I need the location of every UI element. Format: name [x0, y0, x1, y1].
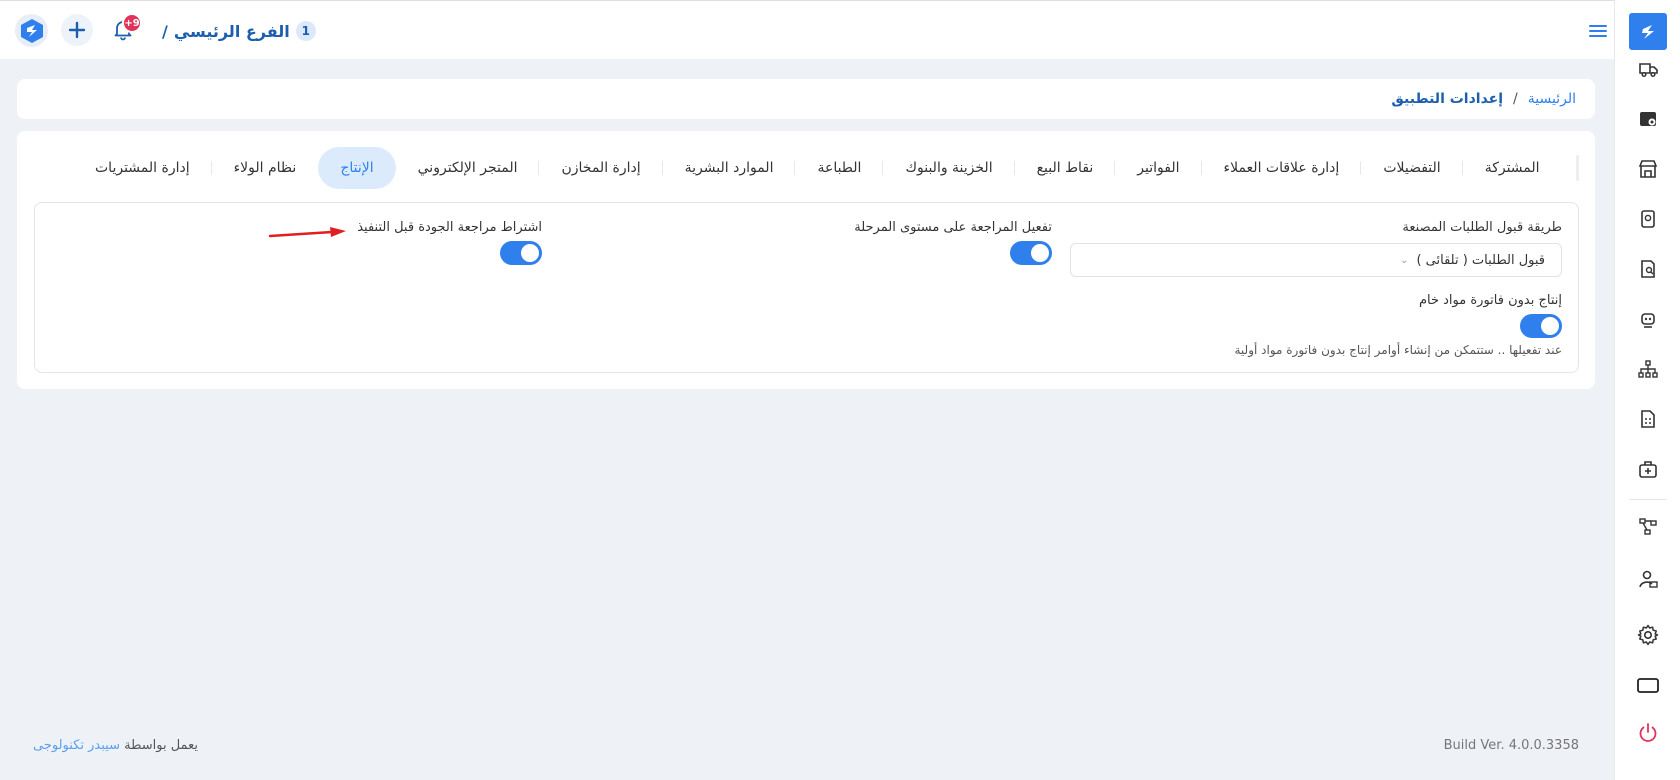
settings-tabs: المشتركة التفضيلات إدارة علاقات العملاء …: [73, 147, 1579, 189]
order-acceptance-label: طريقة قبول الطلبات المصنعة: [1402, 220, 1562, 235]
stage-review-toggle[interactable]: [1010, 241, 1052, 265]
add-button[interactable]: [61, 14, 93, 46]
production-settings-panel: طريقة قبول الطلبات المصنعة قبول الطلبات …: [34, 202, 1579, 373]
notification-badge: +9: [122, 13, 142, 33]
tab-preferences[interactable]: التفضيلات: [1361, 147, 1464, 189]
powered-by: يعمل بواسطة سيبدر تكنولوجى: [33, 738, 198, 753]
branch-separator: /: [162, 21, 168, 41]
plus-icon: [68, 21, 86, 39]
invoice-icon[interactable]: [1635, 406, 1661, 432]
tab-inventory[interactable]: إدارة المخازن: [539, 147, 663, 189]
hamburger-icon: [1589, 25, 1607, 37]
powered-by-prefix: يعمل بواسطة: [124, 738, 198, 753]
user-card-icon[interactable]: [1635, 566, 1661, 592]
hierarchy-icon[interactable]: [1635, 356, 1661, 382]
tab-production[interactable]: الإنتاج: [318, 147, 396, 189]
top-bar: +9 1 الفرع الرئيسي /: [0, 0, 1614, 59]
store-settings-icon[interactable]: [1635, 106, 1661, 132]
annotation-arrow-icon: [268, 227, 346, 238]
no-bom-toggle[interactable]: [1520, 314, 1562, 338]
quality-review-toggle[interactable]: [500, 241, 542, 265]
report-search-icon[interactable]: [1635, 256, 1661, 282]
order-acceptance-select[interactable]: قبول الطلبات ( تلقائى ) ⌄: [1070, 243, 1562, 277]
build-version: Build Ver. 4.0.0.3358: [1443, 738, 1579, 753]
tabs-scroll-handle[interactable]: [1575, 155, 1579, 181]
tab-purchases[interactable]: إدارة المشتريات: [73, 147, 212, 189]
order-acceptance-value: قبول الطلبات ( تلقائى ): [1416, 252, 1545, 268]
menu-toggle-button[interactable]: [1588, 21, 1608, 41]
gear-icon[interactable]: [1635, 622, 1661, 648]
tab-invoices[interactable]: الفواتير: [1115, 147, 1202, 189]
shop-icon[interactable]: [1635, 156, 1661, 182]
tab-hr[interactable]: الموارد البشرية: [663, 147, 796, 189]
logo-icon: [1642, 24, 1654, 39]
robot-icon[interactable]: [1635, 306, 1661, 332]
powered-by-brand-link[interactable]: سيبدر تكنولوجى: [33, 738, 120, 753]
breadcrumb-home-link[interactable]: الرئيسية: [1528, 91, 1576, 107]
company-logo[interactable]: [15, 14, 48, 47]
breadcrumb-separator: /: [1513, 91, 1518, 107]
sidebar: [1614, 0, 1680, 780]
tab-pos[interactable]: نقاط البيع: [1015, 147, 1116, 189]
logo-icon: [20, 18, 43, 43]
tab-ecommerce[interactable]: المتجر الإلكتروني: [396, 147, 540, 189]
truck-icon[interactable]: [1635, 56, 1661, 82]
tab-printing[interactable]: الطباعة: [795, 147, 884, 189]
tab-loyalty[interactable]: نظام الولاء: [212, 147, 319, 189]
chevron-down-icon: ⌄: [1400, 254, 1409, 266]
branch-name: الفرع الرئيسي: [173, 21, 290, 41]
sidebar-divider: [1630, 499, 1666, 500]
tab-treasury-banks[interactable]: الخزينة والبنوك: [883, 147, 1015, 189]
tab-shared[interactable]: المشتركة: [1463, 147, 1562, 189]
power-icon[interactable]: [1635, 720, 1661, 746]
no-bom-hint: عند تفعيلها .. ستتمكن من إنشاء أوامر إنت…: [1234, 343, 1563, 357]
tab-crm[interactable]: إدارة علاقات العملاء: [1202, 147, 1362, 189]
document-icon[interactable]: [1635, 206, 1661, 232]
monitor-icon[interactable]: [1635, 673, 1661, 699]
quality-review-label: اشتراط مراجعة الجودة قبل التنفيذ: [357, 220, 542, 235]
app-logo[interactable]: [1629, 13, 1667, 50]
branch-number: 1: [295, 21, 316, 41]
breadcrumb: الرئيسية / إعدادات التطبيق: [17, 79, 1595, 119]
settings-card: المشتركة التفضيلات إدارة علاقات العملاء …: [17, 131, 1595, 389]
no-bom-label: إنتاج بدون فاتورة مواد خام: [1418, 293, 1562, 308]
stage-review-label: تفعيل المراجعة على مستوى المرحلة: [854, 220, 1052, 235]
workflow-icon[interactable]: [1635, 513, 1661, 539]
branch-selector[interactable]: 1 الفرع الرئيسي /: [162, 18, 316, 44]
medical-bag-icon[interactable]: [1635, 456, 1661, 482]
page-title: إعدادات التطبيق: [1391, 91, 1504, 107]
